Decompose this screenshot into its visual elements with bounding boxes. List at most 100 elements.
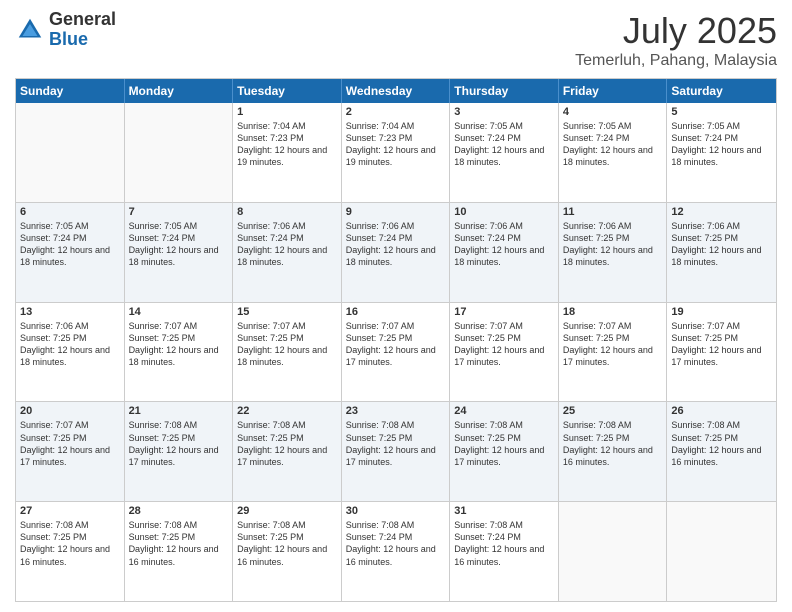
day-number: 5 [671, 106, 772, 118]
cell-info: Sunrise: 7:07 AM Sunset: 7:25 PM Dayligh… [454, 320, 554, 369]
calendar-header: SundayMondayTuesdayWednesdayThursdayFrid… [16, 79, 776, 103]
day-number: 20 [20, 405, 120, 417]
day-number: 12 [671, 206, 772, 218]
calendar-cell: 23 Sunrise: 7:08 AM Sunset: 7:25 PM Dayli… [342, 402, 451, 501]
cell-info: Sunrise: 7:07 AM Sunset: 7:25 PM Dayligh… [563, 320, 663, 369]
cell-info: Sunrise: 7:08 AM Sunset: 7:25 PM Dayligh… [129, 519, 229, 568]
calendar-cell: 11Sunrise: 7:06 AM Sunset: 7:25 PM Dayli… [559, 203, 668, 302]
calendar-cell [125, 103, 234, 202]
calendar-cell: 5 Sunrise: 7:05 AM Sunset: 7:24 PM Daylig… [667, 103, 776, 202]
calendar-cell: 16 Sunrise: 7:07 AM Sunset: 7:25 PM Dayli… [342, 303, 451, 402]
day-number: 24 [454, 405, 554, 417]
calendar-cell: 15 Sunrise: 7:07 AM Sunset: 7:25 PM Dayli… [233, 303, 342, 402]
cell-info: Sunrise: 7:06 AM Sunset: 7:24 PM Dayligh… [454, 220, 554, 269]
cell-info: Sunrise: 7:08 AM Sunset: 7:25 PM Dayligh… [20, 519, 120, 568]
title-block: July 2025 Temerluh, Pahang, Malaysia [575, 10, 777, 70]
day-number: 6 [20, 206, 120, 218]
calendar-cell [16, 103, 125, 202]
logo-text: General Blue [49, 10, 116, 50]
day-number: 8 [237, 206, 337, 218]
logo-icon [15, 15, 45, 45]
cell-info: Sunrise: 7:08 AM Sunset: 7:25 PM Dayligh… [346, 419, 446, 468]
cell-info: Sunrise: 7:06 AM Sunset: 7:25 PM Dayligh… [20, 320, 120, 369]
calendar-cell: 29Sunrise: 7:08 AM Sunset: 7:25 PM Dayli… [233, 502, 342, 601]
calendar-cell: 7 Sunrise: 7:05 AM Sunset: 7:24 PM Daylig… [125, 203, 234, 302]
day-number: 18 [563, 306, 663, 318]
calendar-cell: 8Sunrise: 7:06 AM Sunset: 7:24 PM Daylig… [233, 203, 342, 302]
calendar-cell: 21Sunrise: 7:08 AM Sunset: 7:25 PM Dayli… [125, 402, 234, 501]
day-number: 17 [454, 306, 554, 318]
calendar-row: 13 Sunrise: 7:06 AM Sunset: 7:25 PM Dayli… [16, 302, 776, 402]
calendar-cell: 4 Sunrise: 7:05 AM Sunset: 7:24 PM Daylig… [559, 103, 668, 202]
day-number: 2 [346, 106, 446, 118]
logo: General Blue [15, 10, 116, 50]
cell-info: Sunrise: 7:04 AM Sunset: 7:23 PM Dayligh… [237, 120, 337, 169]
day-number: 16 [346, 306, 446, 318]
calendar-row: 20 Sunrise: 7:07 AM Sunset: 7:25 PM Dayli… [16, 401, 776, 501]
calendar-cell: 24 Sunrise: 7:08 AM Sunset: 7:25 PM Dayli… [450, 402, 559, 501]
day-number: 19 [671, 306, 772, 318]
day-number: 21 [129, 405, 229, 417]
day-number: 7 [129, 206, 229, 218]
weekday-header: Sunday [16, 79, 125, 103]
calendar: SundayMondayTuesdayWednesdayThursdayFrid… [15, 78, 777, 602]
calendar-cell: 27 Sunrise: 7:08 AM Sunset: 7:25 PM Dayli… [16, 502, 125, 601]
weekday-header: Thursday [450, 79, 559, 103]
cell-info: Sunrise: 7:08 AM Sunset: 7:25 PM Dayligh… [237, 419, 337, 468]
cell-info: Sunrise: 7:06 AM Sunset: 7:24 PM Dayligh… [346, 220, 446, 269]
cell-info: Sunrise: 7:06 AM Sunset: 7:25 PM Dayligh… [671, 220, 772, 269]
weekday-header: Saturday [667, 79, 776, 103]
cell-info: Sunrise: 7:05 AM Sunset: 7:24 PM Dayligh… [671, 120, 772, 169]
calendar-body: 1Sunrise: 7:04 AM Sunset: 7:23 PM Daylig… [16, 103, 776, 601]
cell-info: Sunrise: 7:07 AM Sunset: 7:25 PM Dayligh… [20, 419, 120, 468]
cell-info: Sunrise: 7:05 AM Sunset: 7:24 PM Dayligh… [563, 120, 663, 169]
calendar-cell: 6 Sunrise: 7:05 AM Sunset: 7:24 PM Daylig… [16, 203, 125, 302]
weekday-header: Wednesday [342, 79, 451, 103]
day-number: 13 [20, 306, 120, 318]
cell-info: Sunrise: 7:08 AM Sunset: 7:24 PM Dayligh… [454, 519, 554, 568]
calendar-cell: 28 Sunrise: 7:08 AM Sunset: 7:25 PM Dayli… [125, 502, 234, 601]
day-number: 31 [454, 505, 554, 517]
cell-info: Sunrise: 7:05 AM Sunset: 7:24 PM Dayligh… [129, 220, 229, 269]
cell-info: Sunrise: 7:08 AM Sunset: 7:25 PM Dayligh… [454, 419, 554, 468]
calendar-cell: 12 Sunrise: 7:06 AM Sunset: 7:25 PM Dayli… [667, 203, 776, 302]
day-number: 4 [563, 106, 663, 118]
calendar-cell: 26Sunrise: 7:08 AM Sunset: 7:25 PM Dayli… [667, 402, 776, 501]
cell-info: Sunrise: 7:05 AM Sunset: 7:24 PM Dayligh… [454, 120, 554, 169]
day-number: 27 [20, 505, 120, 517]
calendar-cell: 31 Sunrise: 7:08 AM Sunset: 7:24 PM Dayli… [450, 502, 559, 601]
cell-info: Sunrise: 7:05 AM Sunset: 7:24 PM Dayligh… [20, 220, 120, 269]
day-number: 22 [237, 405, 337, 417]
weekday-header: Monday [125, 79, 234, 103]
day-number: 23 [346, 405, 446, 417]
calendar-row: 1Sunrise: 7:04 AM Sunset: 7:23 PM Daylig… [16, 103, 776, 202]
calendar-row: 27 Sunrise: 7:08 AM Sunset: 7:25 PM Dayli… [16, 501, 776, 601]
cell-info: Sunrise: 7:07 AM Sunset: 7:25 PM Dayligh… [129, 320, 229, 369]
calendar-row: 6 Sunrise: 7:05 AM Sunset: 7:24 PM Daylig… [16, 202, 776, 302]
calendar-cell: 10 Sunrise: 7:06 AM Sunset: 7:24 PM Dayli… [450, 203, 559, 302]
cell-info: Sunrise: 7:08 AM Sunset: 7:25 PM Dayligh… [671, 419, 772, 468]
day-number: 28 [129, 505, 229, 517]
cell-info: Sunrise: 7:07 AM Sunset: 7:25 PM Dayligh… [671, 320, 772, 369]
day-number: 10 [454, 206, 554, 218]
header: General Blue July 2025 Temerluh, Pahang,… [15, 10, 777, 70]
page: General Blue July 2025 Temerluh, Pahang,… [0, 0, 792, 612]
day-number: 9 [346, 206, 446, 218]
calendar-cell: 3 Sunrise: 7:05 AM Sunset: 7:24 PM Daylig… [450, 103, 559, 202]
calendar-cell: 18 Sunrise: 7:07 AM Sunset: 7:25 PM Dayli… [559, 303, 668, 402]
calendar-cell: 2Sunrise: 7:04 AM Sunset: 7:23 PM Daylig… [342, 103, 451, 202]
cell-info: Sunrise: 7:08 AM Sunset: 7:25 PM Dayligh… [563, 419, 663, 468]
calendar-cell: 9 Sunrise: 7:06 AM Sunset: 7:24 PM Daylig… [342, 203, 451, 302]
cell-info: Sunrise: 7:06 AM Sunset: 7:25 PM Dayligh… [563, 220, 663, 269]
day-number: 30 [346, 505, 446, 517]
logo-general: General [49, 10, 116, 30]
day-number: 29 [237, 505, 337, 517]
location-title: Temerluh, Pahang, Malaysia [575, 52, 777, 70]
cell-info: Sunrise: 7:07 AM Sunset: 7:25 PM Dayligh… [237, 320, 337, 369]
day-number: 14 [129, 306, 229, 318]
weekday-header: Friday [559, 79, 668, 103]
day-number: 15 [237, 306, 337, 318]
day-number: 3 [454, 106, 554, 118]
calendar-cell: 22 Sunrise: 7:08 AM Sunset: 7:25 PM Dayli… [233, 402, 342, 501]
cell-info: Sunrise: 7:07 AM Sunset: 7:25 PM Dayligh… [346, 320, 446, 369]
